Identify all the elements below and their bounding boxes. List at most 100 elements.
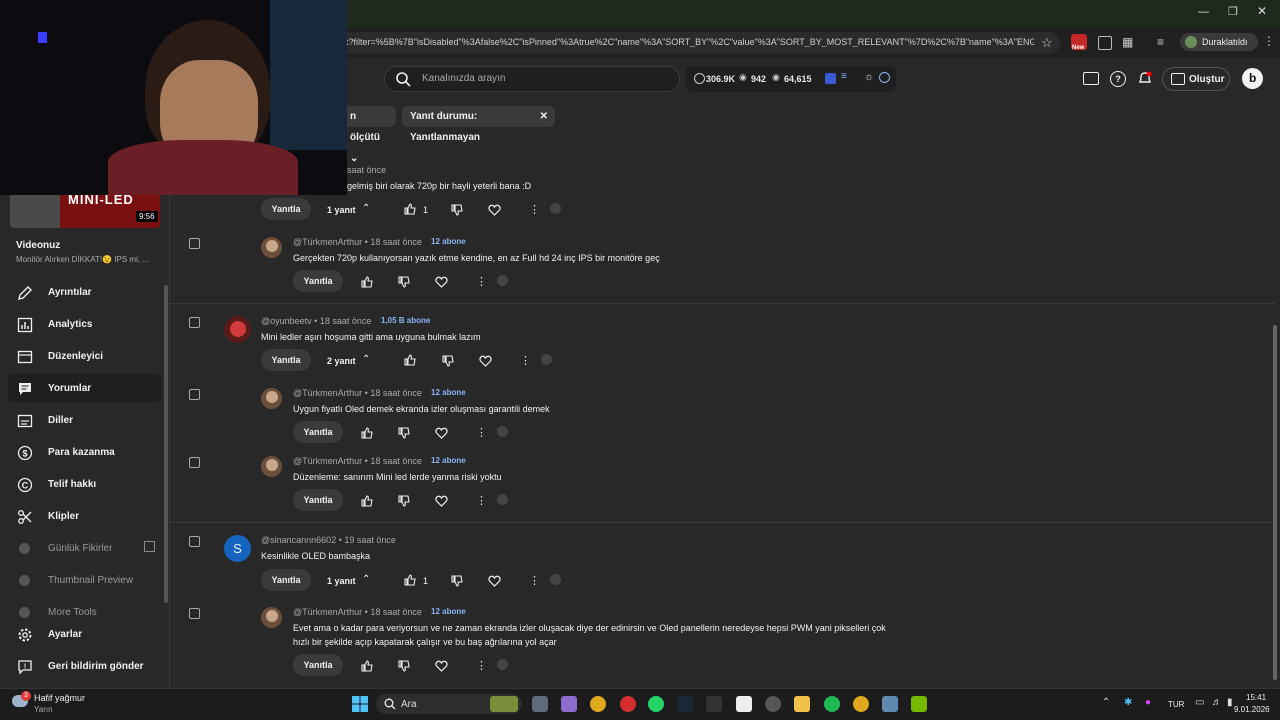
chevron-up-icon[interactable]: ⌃ <box>362 354 370 365</box>
reply-button[interactable]: Yanıtla <box>293 421 343 443</box>
opera-icon[interactable] <box>620 696 636 712</box>
reply-button[interactable]: Yanıtla <box>261 198 311 220</box>
network-icon[interactable]: ▭ <box>1195 697 1204 708</box>
bars-icon[interactable]: ≡ <box>841 71 847 82</box>
bluetooth-icon[interactable]: ✱ <box>1124 697 1132 708</box>
photos-icon[interactable] <box>882 696 898 712</box>
clock-date[interactable]: 9.01.2026 <box>1234 705 1270 714</box>
heart-icon[interactable] <box>488 575 501 587</box>
like-icon[interactable] <box>404 354 416 366</box>
main-scrollbar[interactable] <box>1273 325 1277 680</box>
more-options-icon[interactable]: ⋮ <box>529 574 540 587</box>
author-handle[interactable]: @TürkmenArthur <box>293 388 362 398</box>
author-handle[interactable]: @TürkmenArthur <box>293 237 362 247</box>
video-title[interactable]: Monitör Alırken DİKKAT!😉 IPS mi, ... <box>16 255 164 264</box>
like-icon[interactable] <box>361 427 373 439</box>
dislike-icon[interactable] <box>398 276 410 288</box>
author-handle[interactable]: @TürkmenArthur <box>293 607 362 617</box>
like-icon[interactable] <box>361 276 373 288</box>
battery-icon[interactable]: ▮ <box>1227 697 1233 708</box>
like-icon[interactable] <box>404 203 416 215</box>
more-options-icon[interactable]: ⋮ <box>476 494 487 507</box>
reply-button[interactable]: Yanıtla <box>293 270 343 292</box>
notifications-bell-icon[interactable] <box>1137 70 1153 86</box>
replies-toggle[interactable]: 1 yanıt <box>327 576 356 586</box>
heart-icon[interactable] <box>435 427 448 439</box>
avatar[interactable] <box>224 316 251 343</box>
close-icon[interactable]: ✕ <box>1257 4 1267 18</box>
ai-reply-icon[interactable] <box>497 426 508 437</box>
sort-filter-chip[interactable]: n ölçütü ⌄ <box>342 106 396 164</box>
browser-menu-icon[interactable]: ⋮ <box>1263 34 1275 48</box>
tray-chevron-icon[interactable]: ⌃ <box>1102 697 1110 708</box>
windows-start-icon[interactable] <box>352 696 368 712</box>
avatar[interactable] <box>261 607 282 628</box>
epic-games-icon[interactable] <box>706 696 722 712</box>
url-text[interactable]: x?filter=%5B%7B"isDisabled"%3Afalse%2C"i… <box>344 37 1034 47</box>
dislike-icon[interactable] <box>398 495 410 507</box>
ai-reply-icon[interactable] <box>497 659 508 670</box>
heart-icon[interactable] <box>479 355 492 367</box>
dislike-icon[interactable] <box>451 575 463 587</box>
language-indicator[interactable]: TUR <box>1168 700 1184 709</box>
ai-reply-icon[interactable] <box>550 574 561 585</box>
heart-icon[interactable] <box>435 495 448 507</box>
select-checkbox[interactable] <box>189 238 200 249</box>
more-options-icon[interactable]: ⋮ <box>476 659 487 672</box>
select-checkbox[interactable] <box>189 608 200 619</box>
select-checkbox[interactable] <box>189 536 200 547</box>
heart-icon[interactable] <box>435 660 448 672</box>
help-icon[interactable]: ? <box>1110 71 1126 87</box>
screenshot-icon[interactable] <box>1098 36 1112 50</box>
more-options-icon[interactable]: ⋮ <box>520 354 531 367</box>
snipping-tool-icon[interactable] <box>736 696 752 712</box>
extensions-puzzle-icon[interactable]: ▦ <box>1122 35 1133 49</box>
reply-button[interactable]: Yanıtla <box>293 654 343 676</box>
replies-toggle[interactable]: 2 yanıt <box>327 356 356 366</box>
like-icon[interactable] <box>404 574 416 586</box>
weather-text[interactable]: Hafif yağmur <box>34 693 85 703</box>
select-checkbox[interactable] <box>189 457 200 468</box>
nvidia-icon[interactable] <box>911 696 927 712</box>
like-icon[interactable] <box>361 660 373 672</box>
avatar[interactable] <box>261 388 282 409</box>
more-options-icon[interactable]: ⋮ <box>529 203 540 216</box>
dislike-icon[interactable] <box>451 204 463 216</box>
author-handle[interactable]: @sinancannn6602 <box>261 535 336 545</box>
avatar[interactable]: S <box>224 535 251 562</box>
dislike-icon[interactable] <box>398 427 410 439</box>
award-icon[interactable]: ☼ <box>864 71 874 83</box>
whatsapp-icon[interactable] <box>648 696 664 712</box>
reply-button[interactable]: Yanıtla <box>261 349 311 371</box>
chrome-icon[interactable] <box>590 696 606 712</box>
tray-app-icon[interactable]: ● <box>1145 697 1151 708</box>
profile-paused-button[interactable]: Duraklatıldı <box>1180 33 1258 51</box>
heart-icon[interactable] <box>435 276 448 288</box>
dislike-icon[interactable] <box>398 660 410 672</box>
task-view-icon[interactable] <box>532 696 548 712</box>
spotify-icon[interactable] <box>824 696 840 712</box>
chevron-up-icon[interactable]: ⌃ <box>362 574 370 585</box>
ai-reply-icon[interactable] <box>550 203 561 214</box>
video-thumbnail[interactable]: MINI-LED 9:56 <box>10 195 160 228</box>
avatar[interactable] <box>261 456 282 477</box>
select-checkbox[interactable] <box>189 389 200 400</box>
extension-q-icon[interactable] <box>825 73 836 84</box>
select-checkbox[interactable] <box>189 317 200 328</box>
app-icon[interactable] <box>765 696 781 712</box>
copilot-icon[interactable] <box>561 696 577 712</box>
chevron-up-icon[interactable]: ⌃ <box>362 203 370 214</box>
file-explorer-icon[interactable] <box>794 696 810 712</box>
clock-time[interactable]: 15:41 <box>1246 693 1266 702</box>
like-icon[interactable] <box>361 495 373 507</box>
maximize-icon[interactable]: ❐ <box>1228 5 1238 18</box>
bookmark-star-icon[interactable]: ☆ <box>1041 35 1053 51</box>
ai-reply-icon[interactable] <box>497 275 508 286</box>
refresh-icon[interactable] <box>879 72 890 83</box>
heart-icon[interactable] <box>488 204 501 216</box>
replies-toggle[interactable]: 1 yanıt <box>327 205 356 215</box>
sidebar-scrollbar[interactable] <box>164 285 168 603</box>
reply-status-filter-chip[interactable]: Yanıt durumu: Yanıtlanmayan ✕ <box>402 106 555 143</box>
feedback-icon[interactable] <box>1083 72 1099 85</box>
avatar[interactable] <box>261 237 282 258</box>
